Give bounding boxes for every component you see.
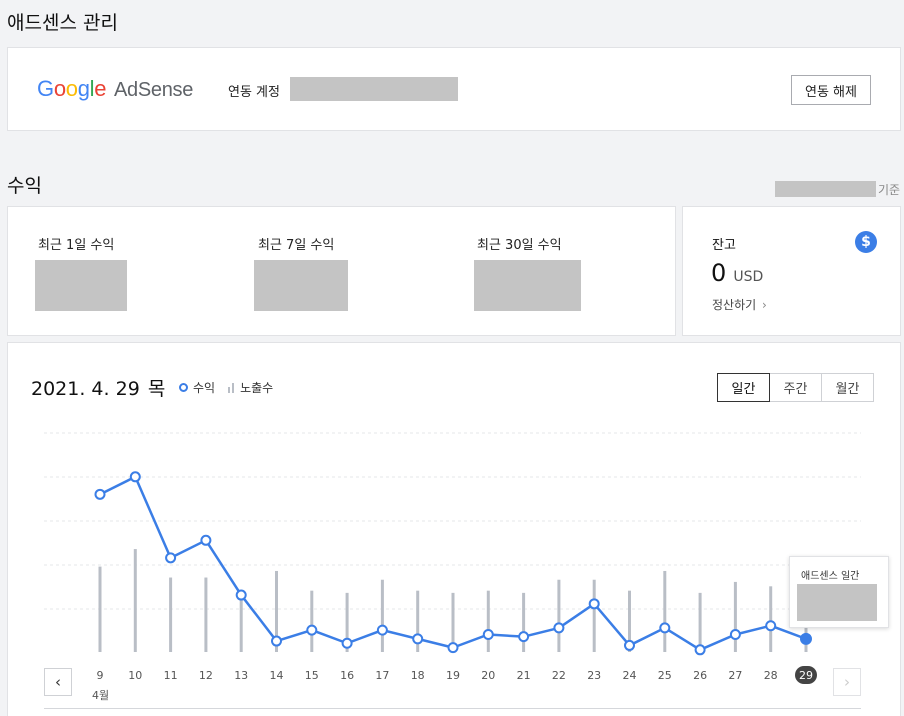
impression-bar (133, 549, 137, 652)
revenue-point[interactable] (200, 534, 212, 546)
impression-bar (522, 592, 526, 652)
impression-bar (169, 577, 173, 652)
tab-daily[interactable]: 일간 (717, 373, 770, 402)
impression-bar (98, 566, 102, 652)
impression-bar (239, 597, 243, 652)
x-tick-label: 15 (304, 669, 319, 682)
impression-bar (592, 579, 596, 652)
x-axis-month-label: 4월 (92, 689, 110, 702)
tooltip-title: 애드센스 일간 (801, 571, 860, 582)
impression-bar (663, 570, 667, 652)
revenue-point[interactable] (129, 471, 141, 483)
x-tick-label: 22 (551, 669, 566, 682)
x-tick-label: 20 (481, 669, 496, 682)
tooltip-value-redacted (797, 584, 877, 621)
revenue-point[interactable] (553, 622, 565, 634)
revenue-point[interactable] (341, 637, 353, 649)
x-tick-label: 12 (198, 669, 213, 682)
impression-bar (310, 590, 314, 652)
revenue-point[interactable] (412, 633, 424, 645)
chart-tooltip: 애드센스 일간 (789, 556, 889, 628)
impression-bar (557, 579, 561, 652)
revenue-point[interactable] (447, 642, 459, 654)
x-tick-label: 29 (795, 666, 817, 684)
revenue-point[interactable] (94, 488, 106, 500)
revenue-point[interactable] (659, 622, 671, 634)
x-tick-label: 23 (587, 669, 602, 682)
revenue-point[interactable] (518, 631, 530, 643)
x-tick-label: 24 (622, 669, 637, 682)
x-tick-label: 17 (375, 669, 390, 682)
revenue-point[interactable] (271, 635, 282, 647)
x-tick-label: 21 (516, 669, 531, 682)
revenue-point[interactable] (165, 552, 177, 564)
revenue-point[interactable] (694, 644, 706, 656)
x-tick-label: 26 (693, 669, 708, 682)
x-tick-label: 10 (128, 669, 143, 682)
impression-bar (698, 592, 702, 652)
revenue-point[interactable] (765, 620, 777, 632)
x-tick-label: 14 (269, 669, 284, 682)
x-tick-label: 18 (410, 669, 425, 682)
impression-bar (380, 579, 384, 652)
x-tick-label: 25 (657, 669, 672, 682)
revenue-point[interactable] (235, 589, 247, 601)
x-tick-label: 16 (340, 669, 355, 682)
revenue-point[interactable] (624, 639, 635, 651)
revenue-point[interactable] (800, 632, 812, 645)
x-tick-label: 27 (728, 669, 743, 682)
impression-bar (733, 581, 737, 652)
impression-bar (486, 590, 490, 652)
revenue-point[interactable] (482, 628, 494, 640)
x-tick-label: 19 (446, 669, 460, 682)
revenue-point[interactable] (376, 624, 388, 636)
impression-bar (769, 586, 773, 652)
revenue-point[interactable] (588, 598, 600, 610)
chart-bottom-divider (44, 708, 861, 709)
x-tick-label: 28 (763, 669, 778, 682)
revenue-chart-plot (44, 432, 861, 656)
chart-prev-button[interactable]: ‹ (44, 668, 72, 696)
impression-bar (204, 577, 208, 652)
revenue-point[interactable] (729, 628, 741, 640)
chart-next-button[interactable]: › (833, 668, 861, 696)
revenue-point[interactable] (306, 624, 318, 636)
x-tick-label: 9 (96, 669, 104, 682)
chevron-left-icon: ‹ (55, 673, 61, 691)
x-tick-label: 13 (234, 669, 249, 682)
chevron-right-icon: › (844, 673, 850, 691)
x-tick-label: 11 (163, 669, 178, 682)
